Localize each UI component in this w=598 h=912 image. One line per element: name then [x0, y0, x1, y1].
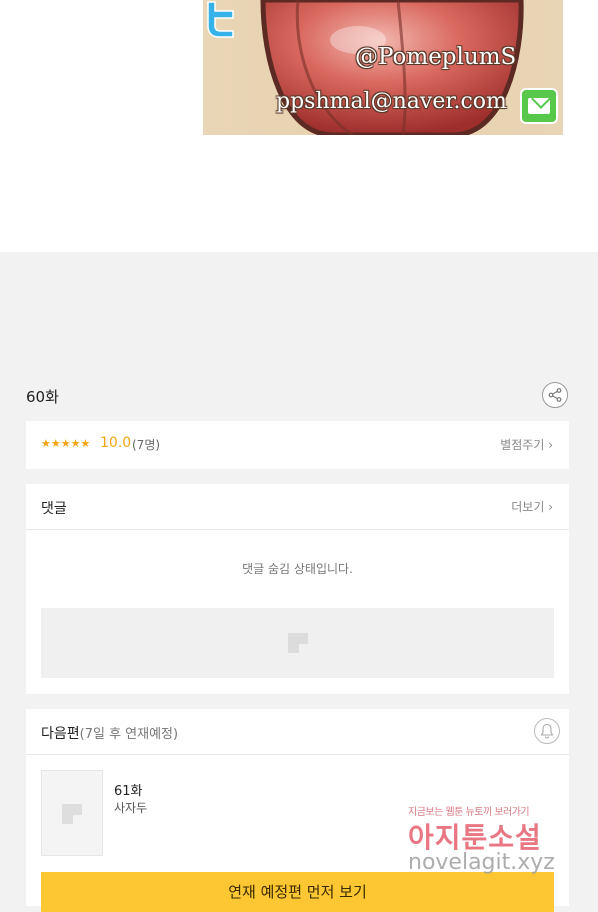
mail-icon [520, 88, 558, 124]
rating-count: (7명) [132, 438, 161, 452]
image-placeholder-icon [288, 633, 308, 653]
next-episode-thumbnail[interactable] [41, 770, 103, 856]
comments-title: 댓글 [41, 501, 67, 517]
content-area: @PomeplumS ppshmal@naver.com [0, 0, 598, 252]
next-episode-number[interactable]: 61화 [114, 780, 143, 799]
watermark-url: novelagit.xyz [408, 850, 555, 875]
bell-icon [540, 723, 554, 739]
comments-hidden-message: 댓글 숨김 상태입니다. [242, 562, 353, 576]
comments-card: 댓글 더보기 › 댓글 숨김 상태입니다. [26, 484, 569, 694]
share-button[interactable] [542, 382, 568, 408]
next-episode-title: 다음편(7일 후 연재예정) [41, 726, 179, 742]
next-episode-header: 다음편(7일 후 연재예정) [26, 709, 569, 755]
comments-more-link[interactable]: 더보기 › [511, 498, 553, 515]
rate-button[interactable]: 별점주기 › [500, 436, 553, 453]
notify-button[interactable] [534, 718, 560, 744]
ad-placeholder[interactable] [41, 608, 554, 678]
watermark: 지금보는 웹툰 뉴토끼 보러가기 아지툰소설 novelagit.xyz [408, 803, 578, 875]
twitter-handle: @PomeplumS [355, 44, 517, 70]
comments-header: 댓글 더보기 › [26, 484, 569, 530]
rating-score: 10.0 [100, 435, 132, 451]
twitter-icon [207, 1, 234, 38]
share-icon [548, 388, 562, 402]
contact-email: ppshmal@naver.com [276, 89, 507, 114]
image-placeholder-icon [62, 804, 82, 824]
star-rating-icon: ★★★★★ [41, 437, 91, 450]
author-banner-image: @PomeplumS ppshmal@naver.com [203, 0, 563, 135]
episode-title: 60화 [26, 388, 59, 406]
next-episode-author: 사자두 [114, 801, 148, 815]
rating-card: ★★★★★ 10.0 (7명) 별점주기 › [26, 421, 569, 469]
read-ahead-button[interactable]: 연재 예정편 먼저 보기 [41, 872, 554, 912]
next-episode-schedule: (7일 후 연재예정) [79, 727, 179, 742]
